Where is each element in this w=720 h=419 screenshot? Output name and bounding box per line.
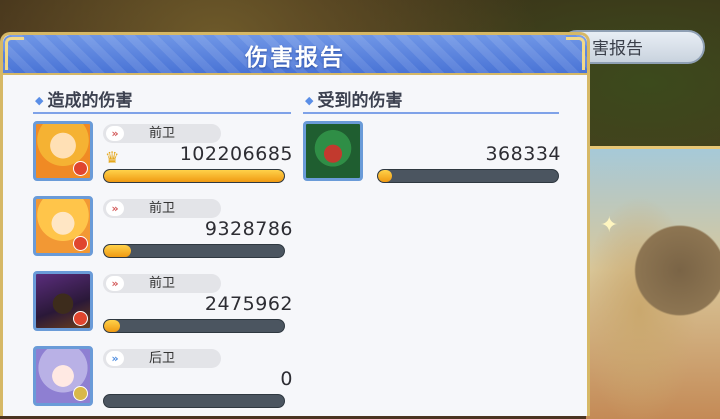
- sparkle-icon: ✦: [600, 213, 619, 238]
- damage-progress-bar: [103, 394, 285, 408]
- role-label: 前卫: [148, 201, 175, 216]
- damage-progress-bar: [103, 319, 285, 333]
- progress-fill: [104, 320, 121, 332]
- title-bar: 伤害报告: [3, 35, 587, 75]
- role-badge: » 前卫: [103, 124, 221, 143]
- section-title-taken: ◆ 受到的伤害: [305, 86, 402, 111]
- dealt-row[interactable]: » 后卫 0: [33, 346, 293, 416]
- dealt-row[interactable]: » 前卫 ♛ 102206685: [33, 121, 293, 191]
- role-label: 前卫: [148, 276, 175, 291]
- section-divider: [33, 112, 291, 114]
- section-divider: [303, 112, 559, 114]
- role-label: 后卫: [148, 351, 175, 366]
- section-title-dealt: ◆ 造成的伤害: [35, 86, 132, 111]
- progress-fill: [104, 245, 131, 257]
- chevron-double-right-icon: »: [106, 201, 124, 216]
- panel-title: 伤害报告: [245, 45, 345, 71]
- diamond-icon: ◆: [305, 94, 314, 107]
- element-icon: [73, 161, 88, 176]
- damage-value: 102206685: [179, 143, 293, 165]
- element-icon: [73, 386, 88, 401]
- chevron-double-right-icon: »: [106, 276, 124, 291]
- dealt-row[interactable]: » 前卫 2475962: [33, 271, 293, 341]
- dealt-row[interactable]: » 前卫 9328786: [33, 196, 293, 266]
- background-artwork: ✦: [586, 146, 720, 419]
- crown-icon: ♛: [105, 148, 120, 167]
- enemy-portrait[interactable]: [303, 121, 363, 181]
- damage-value: 9328786: [204, 218, 293, 240]
- role-label: 前卫: [148, 126, 175, 141]
- damage-taken-value: 368334: [485, 143, 561, 165]
- section-title-taken-label: 受到的伤害: [317, 91, 403, 111]
- diamond-icon: ◆: [35, 94, 44, 107]
- character-portrait[interactable]: [33, 196, 93, 256]
- character-portrait[interactable]: [33, 346, 93, 406]
- progress-fill: [378, 170, 393, 182]
- character-portrait[interactable]: [33, 271, 93, 331]
- chevron-double-right-icon: »: [106, 351, 124, 366]
- damage-value: 0: [280, 368, 293, 390]
- role-badge: » 前卫: [103, 199, 221, 218]
- damage-taken-progress-bar: [377, 169, 559, 183]
- element-icon: [73, 311, 88, 326]
- taken-row[interactable]: 368334: [303, 121, 561, 191]
- damage-report-panel: 伤害报告 ◆ 造成的伤害 ◆ 受到的伤害 » 前卫 ♛ 102206685 » 前卫 9…: [0, 32, 590, 416]
- progress-fill: [104, 170, 284, 182]
- role-badge: » 后卫: [103, 349, 221, 368]
- damage-value: 2475962: [204, 293, 293, 315]
- role-badge: » 前卫: [103, 274, 221, 293]
- section-title-dealt-label: 造成的伤害: [47, 91, 133, 111]
- damage-progress-bar: [103, 169, 285, 183]
- character-portrait[interactable]: [33, 121, 93, 181]
- damage-progress-bar: [103, 244, 285, 258]
- chevron-double-right-icon: »: [106, 126, 124, 141]
- element-icon: [73, 236, 88, 251]
